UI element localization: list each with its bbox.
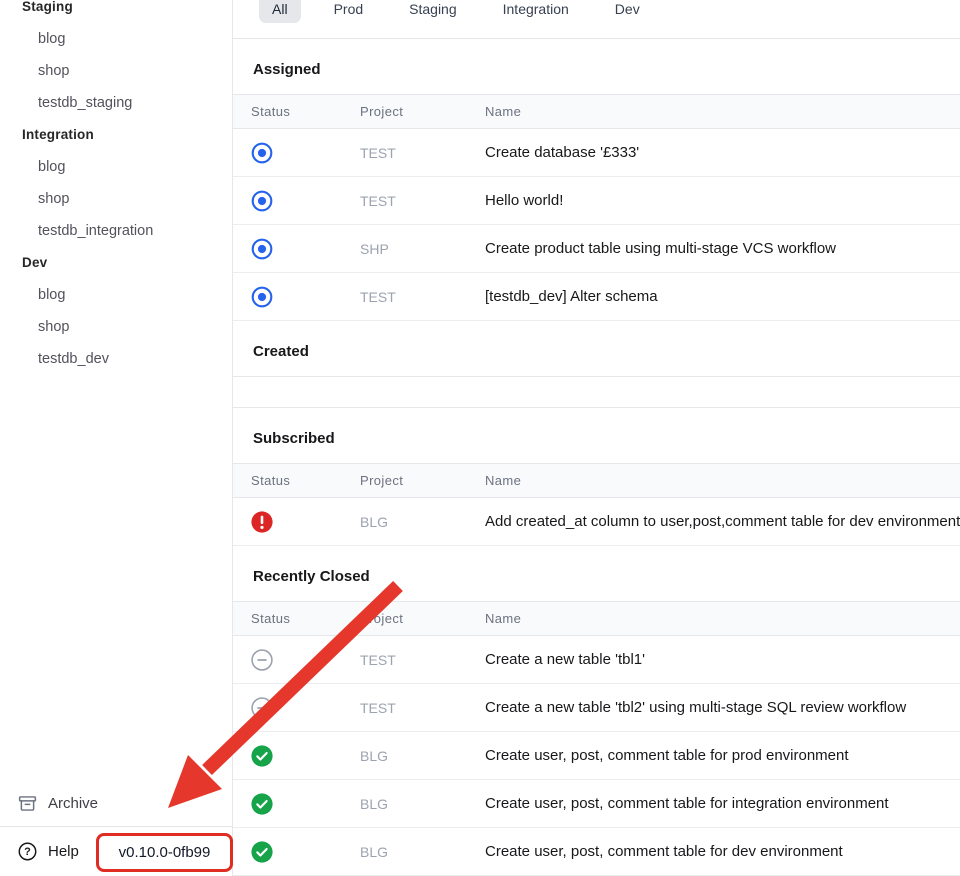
col-header-status: Status [233,104,360,119]
env-group-label-integration: Integration [0,119,232,151]
status-canceled-icon [251,697,273,719]
sidebar: Stagingblogshoptestdb_stagingIntegration… [0,0,233,876]
issue-name: Create product table using multi-stage V… [485,240,960,257]
env-group-label-staging: Staging [0,0,232,23]
project-key: SHP [360,241,485,257]
issue-row[interactable]: TESTCreate a new table 'tbl1' [233,636,960,684]
issue-name: Hello world! [485,192,960,209]
project-key: TEST [360,289,485,305]
sidebar-item-dev-blog[interactable]: blog [0,279,232,311]
status-error-icon [251,511,273,533]
col-header-project: Project [360,473,485,488]
sidebar-item-integration-shop[interactable]: shop [0,183,232,215]
status-open-icon [251,286,273,308]
tab-integration[interactable]: Integration [490,0,582,23]
tab-staging[interactable]: Staging [396,0,469,23]
sidebar-nav: Stagingblogshoptestdb_stagingIntegration… [0,0,232,375]
project-key: TEST [360,652,485,668]
sections: AssignedStatusProjectNameTESTCreate data… [233,39,960,876]
project-key: TEST [360,145,485,161]
table-header-row: StatusProjectName [233,94,960,129]
status-done-icon [251,841,273,863]
tab-dev[interactable]: Dev [602,0,653,23]
issue-row[interactable]: BLGCreate user, post, comment table for … [233,732,960,780]
issue-row[interactable]: TEST[testdb_dev] Alter schema [233,273,960,321]
project-key: BLG [360,514,485,530]
main-panel: AllProdStagingIntegrationDev AssignedSta… [233,0,960,876]
section-recently-closed: Recently ClosedStatusProjectNameTESTCrea… [233,546,960,876]
svg-text:?: ? [24,846,31,858]
env-group-label-dev: Dev [0,247,232,279]
issue-name: [testdb_dev] Alter schema [485,288,960,305]
col-header-project: Project [360,611,485,626]
sidebar-item-staging-shop[interactable]: shop [0,55,232,87]
issue-row[interactable]: TESTCreate database '£333' [233,129,960,177]
sidebar-item-staging-blog[interactable]: blog [0,23,232,55]
issue-row[interactable]: BLGAdd created_at column to user,post,co… [233,498,960,546]
status-done-icon [251,793,273,815]
project-key: BLG [360,748,485,764]
tab-prod[interactable]: Prod [321,0,377,23]
status-open-icon [251,238,273,260]
section-title-created: Created [233,321,960,376]
project-key: TEST [360,700,485,716]
tab-bar: All Prod Staging Integration Dev [233,0,960,39]
sidebar-item-integration-blog[interactable]: blog [0,151,232,183]
issue-name: Create user, post, comment table for dev… [485,843,960,860]
section-created: Created [233,321,960,408]
status-done-icon [251,745,273,767]
issue-name: Create a new table 'tbl2' using multi-st… [485,699,960,716]
version-label: v0.10.0-0fb99 [119,844,211,861]
empty-table-row [233,376,960,408]
version-annotation-box: v0.10.0-0fb99 [96,833,233,872]
issue-name: Create user, post, comment table for int… [485,795,960,812]
issue-row[interactable]: TESTHello world! [233,177,960,225]
archive-label: Archive [48,795,98,812]
issue-row[interactable]: SHPCreate product table using multi-stag… [233,225,960,273]
issue-row[interactable]: TESTCreate a new table 'tbl2' using mult… [233,684,960,732]
section-title-recently-closed: Recently Closed [233,546,960,601]
issue-row[interactable]: BLGCreate user, post, comment table for … [233,780,960,828]
table-header-row: StatusProjectName [233,601,960,636]
project-key: BLG [360,844,485,860]
issue-name: Create a new table 'tbl1' [485,651,960,668]
app-window: Stagingblogshoptestdb_stagingIntegration… [0,0,960,876]
status-open-icon [251,142,273,164]
section-assigned: AssignedStatusProjectNameTESTCreate data… [233,39,960,321]
issue-name: Create user, post, comment table for pro… [485,747,960,764]
issue-row[interactable]: BLGCreate user, post, comment table for … [233,828,960,876]
issue-name: Add created_at column to user,post,comme… [485,513,960,530]
section-title-subscribed: Subscribed [233,408,960,463]
section-subscribed: SubscribedStatusProjectNameBLGAdd create… [233,408,960,546]
col-header-status: Status [233,473,360,488]
project-key: TEST [360,193,485,209]
sidebar-item-dev-shop[interactable]: shop [0,311,232,343]
col-header-name: Name [485,611,960,626]
col-header-name: Name [485,473,960,488]
issue-name: Create database '£333' [485,144,960,161]
section-title-assigned: Assigned [233,39,960,94]
sidebar-item-integration-testdb-integration[interactable]: testdb_integration [0,215,232,247]
sidebar-bottom: Archive ? Help v0.10.0-0fb99 [0,780,232,876]
col-header-name: Name [485,104,960,119]
col-header-project: Project [360,104,485,119]
sidebar-item-dev-testdb-dev[interactable]: testdb_dev [0,343,232,375]
sidebar-item-staging-testdb-staging[interactable]: testdb_staging [0,87,232,119]
col-header-status: Status [233,611,360,626]
help-label: Help [48,843,79,860]
table-header-row: StatusProjectName [233,463,960,498]
status-open-icon [251,190,273,212]
archive-button[interactable]: Archive [0,780,232,826]
status-canceled-icon [251,649,273,671]
project-key: BLG [360,796,485,812]
tab-all[interactable]: All [259,0,301,23]
help-icon: ? [17,841,38,862]
archive-icon [17,793,38,814]
